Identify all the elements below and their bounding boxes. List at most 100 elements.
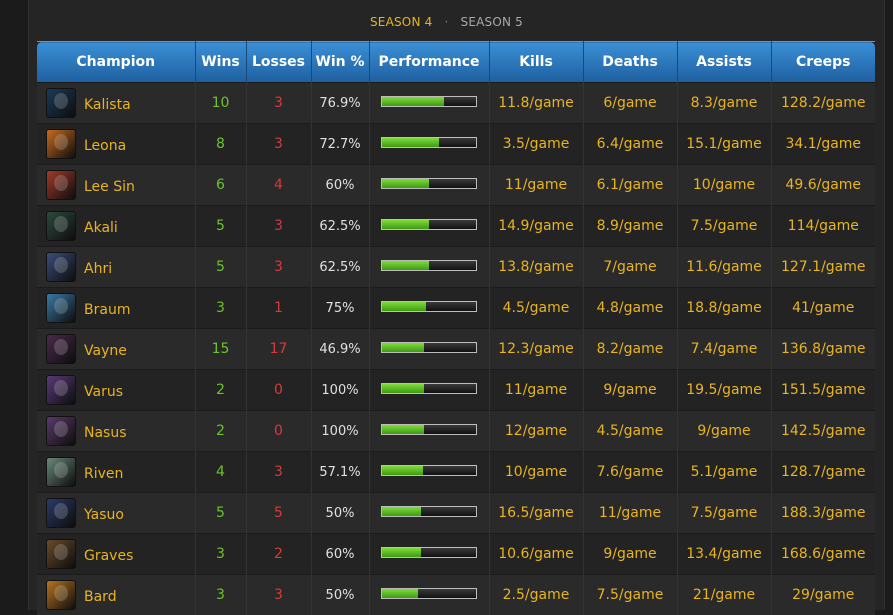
table-row[interactable]: Braum3175%4.5/game4.8/game18.8/game41/ga…	[37, 288, 875, 329]
ahri-portrait-icon	[46, 252, 76, 282]
creeps-cell: 114/game	[771, 206, 875, 247]
table-row[interactable]: Lee Sin6460%11/game6.1/game10/game49.6/g…	[37, 165, 875, 206]
performance-cell	[369, 247, 489, 288]
column-header-kills[interactable]: Kills	[489, 42, 583, 83]
assists-cell: 15.1/game	[677, 124, 771, 165]
table-row[interactable]: Bard3350%2.5/game7.5/game21/game29/game	[37, 575, 875, 615]
season-5-tab[interactable]: SEASON 5	[461, 15, 524, 29]
season-4-tab[interactable]: SEASON 4	[370, 15, 433, 29]
column-header-losses[interactable]: Losses	[246, 42, 311, 83]
champion-name[interactable]: Braum	[84, 302, 130, 318]
champion-wrap: Braum	[37, 293, 195, 323]
champion-cell[interactable]: Leona	[37, 124, 195, 165]
performance-cell	[369, 288, 489, 329]
champion-wrap: Ahri	[37, 252, 195, 282]
champion-name[interactable]: Vayne	[84, 343, 127, 359]
kills-cell: 10/game	[489, 452, 583, 493]
champion-cell[interactable]: Akali	[37, 206, 195, 247]
losses-cell: 2	[246, 534, 311, 575]
performance-cell	[369, 575, 489, 615]
deaths-cell: 8.9/game	[583, 206, 677, 247]
kills-cell: 11/game	[489, 370, 583, 411]
assists-cell: 19.5/game	[677, 370, 771, 411]
champion-cell[interactable]: Braum	[37, 288, 195, 329]
champion-name[interactable]: Kalista	[84, 97, 131, 113]
performance-bar-fill	[382, 425, 424, 434]
champion-cell[interactable]: Ahri	[37, 247, 195, 288]
champion-name[interactable]: Graves	[84, 548, 133, 564]
assists-cell: 5.1/game	[677, 452, 771, 493]
performance-bar-fill	[382, 507, 421, 516]
performance-cell	[369, 370, 489, 411]
performance-cell	[369, 452, 489, 493]
performance-bar	[381, 424, 477, 435]
champion-cell[interactable]: Graves	[37, 534, 195, 575]
assists-cell: 8.3/game	[677, 83, 771, 124]
season-separator: ·	[444, 15, 448, 29]
performance-cell	[369, 83, 489, 124]
champion-cell[interactable]: Nasus	[37, 411, 195, 452]
champion-name[interactable]: Lee Sin	[84, 179, 135, 195]
champion-cell[interactable]: Lee Sin	[37, 165, 195, 206]
table-row[interactable]: Riven4357.1%10/game7.6/game5.1/game128.7…	[37, 452, 875, 493]
performance-bar-fill	[382, 179, 429, 188]
champion-cell[interactable]: Yasuo	[37, 493, 195, 534]
champion-wrap: Kalista	[37, 88, 195, 118]
performance-bar	[381, 547, 477, 558]
champion-wrap: Lee Sin	[37, 170, 195, 200]
kills-cell: 14.9/game	[489, 206, 583, 247]
braum-portrait-icon	[46, 293, 76, 323]
champion-name[interactable]: Nasus	[84, 425, 127, 441]
creeps-cell: 127.1/game	[771, 247, 875, 288]
champion-name[interactable]: Varus	[84, 384, 123, 400]
champion-name[interactable]: Ahri	[84, 261, 112, 277]
losses-cell: 0	[246, 411, 311, 452]
table-row[interactable]: Vayne151746.9%12.3/game8.2/game7.4/game1…	[37, 329, 875, 370]
wins-cell: 15	[195, 329, 246, 370]
win-pct-cell: 62.5%	[311, 247, 369, 288]
deaths-cell: 4.5/game	[583, 411, 677, 452]
champion-name[interactable]: Akali	[84, 220, 118, 236]
kills-cell: 16.5/game	[489, 493, 583, 534]
performance-cell	[369, 206, 489, 247]
losses-cell: 1	[246, 288, 311, 329]
season-selector: SEASON 4 · SEASON 5	[0, 0, 893, 42]
kills-cell: 10.6/game	[489, 534, 583, 575]
column-header-assists[interactable]: Assists	[677, 42, 771, 83]
creeps-cell: 128.2/game	[771, 83, 875, 124]
champion-cell[interactable]: Varus	[37, 370, 195, 411]
table-row[interactable]: Akali5362.5%14.9/game8.9/game7.5/game114…	[37, 206, 875, 247]
champion-wrap: Riven	[37, 457, 195, 487]
champion-name[interactable]: Yasuo	[84, 507, 124, 523]
performance-bar	[381, 301, 477, 312]
wins-cell: 2	[195, 370, 246, 411]
champion-wrap: Graves	[37, 539, 195, 569]
column-header-deaths[interactable]: Deaths	[583, 42, 677, 83]
table-header-row: Champion Wins Losses Win % Performance K…	[37, 42, 875, 83]
assists-cell: 13.4/game	[677, 534, 771, 575]
table-row[interactable]: Graves3260%10.6/game9/game13.4/game168.6…	[37, 534, 875, 575]
column-header-performance[interactable]: Performance	[369, 42, 489, 83]
table-row[interactable]: Kalista10376.9%11.8/game6/game8.3/game12…	[37, 83, 875, 124]
win-pct-cell: 100%	[311, 411, 369, 452]
losses-cell: 5	[246, 493, 311, 534]
column-header-creeps[interactable]: Creeps	[771, 42, 875, 83]
champion-name[interactable]: Bard	[84, 589, 117, 605]
champion-name[interactable]: Leona	[84, 138, 126, 154]
champion-cell[interactable]: Kalista	[37, 83, 195, 124]
column-header-win-pct[interactable]: Win %	[311, 42, 369, 83]
win-pct-cell: 75%	[311, 288, 369, 329]
table-row[interactable]: Varus20100%11/game9/game19.5/game151.5/g…	[37, 370, 875, 411]
table-row[interactable]: Nasus20100%12/game4.5/game9/game142.5/ga…	[37, 411, 875, 452]
champion-cell[interactable]: Vayne	[37, 329, 195, 370]
table-row[interactable]: Leona8372.7%3.5/game6.4/game15.1/game34.…	[37, 124, 875, 165]
column-header-wins[interactable]: Wins	[195, 42, 246, 83]
champion-cell[interactable]: Bard	[37, 575, 195, 615]
champion-cell[interactable]: Riven	[37, 452, 195, 493]
table-row[interactable]: Yasuo5550%16.5/game11/game7.5/game188.3/…	[37, 493, 875, 534]
champion-name[interactable]: Riven	[84, 466, 123, 482]
table-row[interactable]: Ahri5362.5%13.8/game7/game11.6/game127.1…	[37, 247, 875, 288]
champion-wrap: Vayne	[37, 334, 195, 364]
column-header-champion[interactable]: Champion	[37, 42, 195, 83]
champion-wrap: Yasuo	[37, 498, 195, 528]
